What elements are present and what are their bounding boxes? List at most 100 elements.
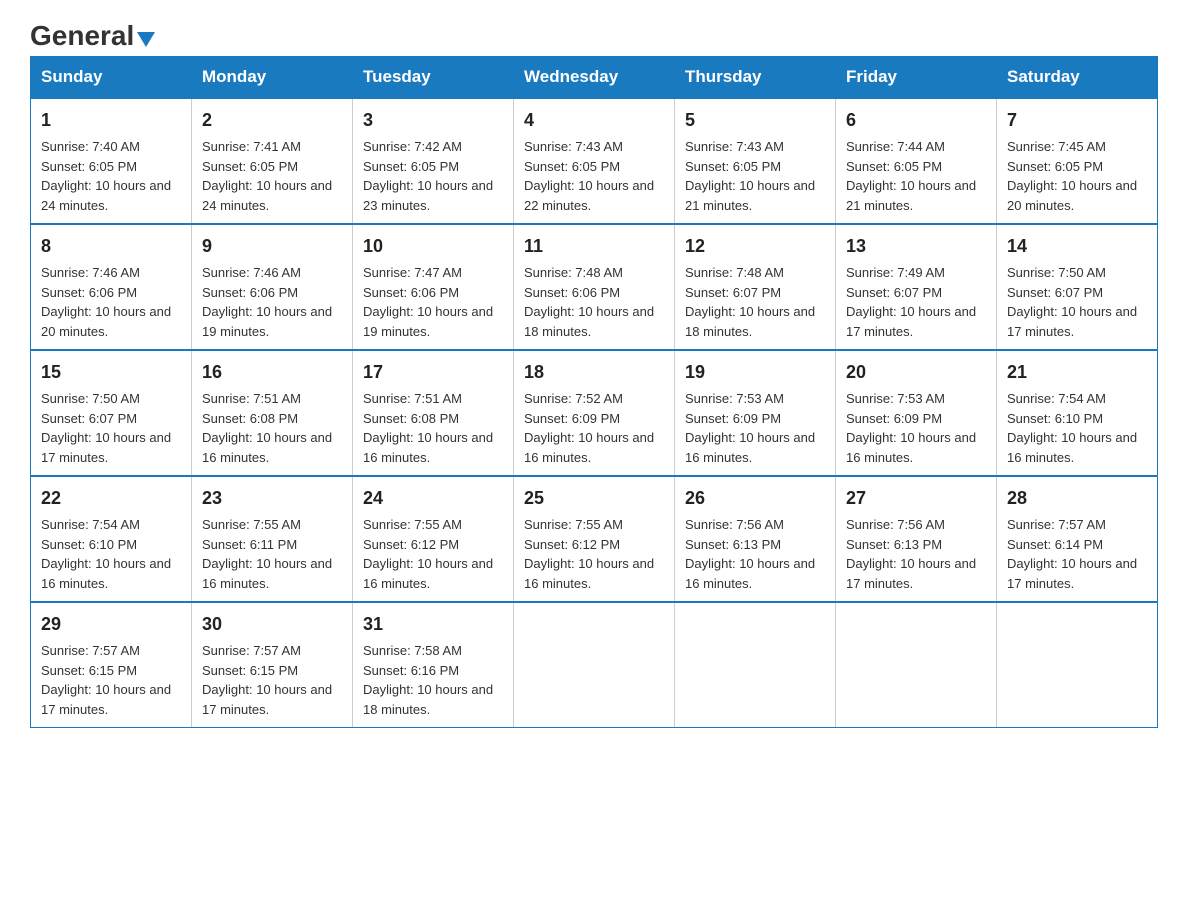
calendar-day-cell: 27 Sunrise: 7:56 AM Sunset: 6:13 PM Dayl…	[836, 476, 997, 602]
day-daylight: Daylight: 10 hours and 19 minutes.	[363, 304, 493, 339]
day-daylight: Daylight: 10 hours and 23 minutes.	[363, 178, 493, 213]
day-daylight: Daylight: 10 hours and 16 minutes.	[685, 556, 815, 591]
day-daylight: Daylight: 10 hours and 17 minutes.	[1007, 304, 1137, 339]
day-sunset: Sunset: 6:10 PM	[41, 537, 137, 552]
day-sunrise: Sunrise: 7:52 AM	[524, 391, 623, 406]
day-daylight: Daylight: 10 hours and 21 minutes.	[685, 178, 815, 213]
calendar-day-header: Thursday	[675, 57, 836, 99]
calendar-week-row: 29 Sunrise: 7:57 AM Sunset: 6:15 PM Dayl…	[31, 602, 1158, 728]
day-daylight: Daylight: 10 hours and 20 minutes.	[1007, 178, 1137, 213]
day-number: 22	[41, 485, 181, 512]
day-sunrise: Sunrise: 7:50 AM	[1007, 265, 1106, 280]
day-number: 17	[363, 359, 503, 386]
day-sunset: Sunset: 6:09 PM	[846, 411, 942, 426]
day-number: 10	[363, 233, 503, 260]
day-number: 27	[846, 485, 986, 512]
calendar-day-cell: 6 Sunrise: 7:44 AM Sunset: 6:05 PM Dayli…	[836, 98, 997, 224]
day-daylight: Daylight: 10 hours and 24 minutes.	[202, 178, 332, 213]
day-number: 3	[363, 107, 503, 134]
day-sunrise: Sunrise: 7:43 AM	[524, 139, 623, 154]
day-sunset: Sunset: 6:10 PM	[1007, 411, 1103, 426]
calendar-day-cell: 5 Sunrise: 7:43 AM Sunset: 6:05 PM Dayli…	[675, 98, 836, 224]
day-sunrise: Sunrise: 7:48 AM	[685, 265, 784, 280]
day-daylight: Daylight: 10 hours and 16 minutes.	[202, 556, 332, 591]
day-daylight: Daylight: 10 hours and 24 minutes.	[41, 178, 171, 213]
day-sunrise: Sunrise: 7:51 AM	[363, 391, 462, 406]
day-sunset: Sunset: 6:13 PM	[685, 537, 781, 552]
calendar-day-cell: 10 Sunrise: 7:47 AM Sunset: 6:06 PM Dayl…	[353, 224, 514, 350]
page-header: General	[30, 20, 1158, 46]
calendar-day-header: Sunday	[31, 57, 192, 99]
day-daylight: Daylight: 10 hours and 18 minutes.	[685, 304, 815, 339]
day-sunrise: Sunrise: 7:54 AM	[1007, 391, 1106, 406]
day-sunrise: Sunrise: 7:57 AM	[41, 643, 140, 658]
day-sunrise: Sunrise: 7:47 AM	[363, 265, 462, 280]
day-daylight: Daylight: 10 hours and 16 minutes.	[1007, 430, 1137, 465]
day-sunset: Sunset: 6:05 PM	[524, 159, 620, 174]
day-sunset: Sunset: 6:07 PM	[846, 285, 942, 300]
day-daylight: Daylight: 10 hours and 16 minutes.	[202, 430, 332, 465]
calendar-day-cell	[836, 602, 997, 728]
calendar-day-cell: 12 Sunrise: 7:48 AM Sunset: 6:07 PM Dayl…	[675, 224, 836, 350]
day-number: 12	[685, 233, 825, 260]
calendar-week-row: 8 Sunrise: 7:46 AM Sunset: 6:06 PM Dayli…	[31, 224, 1158, 350]
calendar-day-cell: 21 Sunrise: 7:54 AM Sunset: 6:10 PM Dayl…	[997, 350, 1158, 476]
day-sunrise: Sunrise: 7:50 AM	[41, 391, 140, 406]
day-sunset: Sunset: 6:06 PM	[363, 285, 459, 300]
day-number: 2	[202, 107, 342, 134]
day-number: 15	[41, 359, 181, 386]
calendar-header-row: SundayMondayTuesdayWednesdayThursdayFrid…	[31, 57, 1158, 99]
day-sunrise: Sunrise: 7:45 AM	[1007, 139, 1106, 154]
day-sunrise: Sunrise: 7:58 AM	[363, 643, 462, 658]
day-daylight: Daylight: 10 hours and 17 minutes.	[846, 556, 976, 591]
calendar-day-cell: 2 Sunrise: 7:41 AM Sunset: 6:05 PM Dayli…	[192, 98, 353, 224]
day-sunrise: Sunrise: 7:40 AM	[41, 139, 140, 154]
calendar-day-cell: 18 Sunrise: 7:52 AM Sunset: 6:09 PM Dayl…	[514, 350, 675, 476]
calendar-day-header: Monday	[192, 57, 353, 99]
logo-general-text: General	[30, 20, 134, 52]
day-sunset: Sunset: 6:12 PM	[363, 537, 459, 552]
day-sunrise: Sunrise: 7:55 AM	[524, 517, 623, 532]
day-sunset: Sunset: 6:09 PM	[685, 411, 781, 426]
day-daylight: Daylight: 10 hours and 18 minutes.	[524, 304, 654, 339]
day-sunset: Sunset: 6:05 PM	[685, 159, 781, 174]
calendar-day-cell: 1 Sunrise: 7:40 AM Sunset: 6:05 PM Dayli…	[31, 98, 192, 224]
day-number: 30	[202, 611, 342, 638]
day-daylight: Daylight: 10 hours and 16 minutes.	[363, 556, 493, 591]
calendar-day-header: Friday	[836, 57, 997, 99]
day-number: 8	[41, 233, 181, 260]
calendar-day-cell: 26 Sunrise: 7:56 AM Sunset: 6:13 PM Dayl…	[675, 476, 836, 602]
day-sunrise: Sunrise: 7:53 AM	[846, 391, 945, 406]
day-number: 20	[846, 359, 986, 386]
day-sunset: Sunset: 6:05 PM	[363, 159, 459, 174]
day-number: 29	[41, 611, 181, 638]
day-sunrise: Sunrise: 7:46 AM	[202, 265, 301, 280]
calendar-week-row: 15 Sunrise: 7:50 AM Sunset: 6:07 PM Dayl…	[31, 350, 1158, 476]
day-number: 23	[202, 485, 342, 512]
day-sunrise: Sunrise: 7:53 AM	[685, 391, 784, 406]
day-sunset: Sunset: 6:05 PM	[41, 159, 137, 174]
day-sunrise: Sunrise: 7:55 AM	[363, 517, 462, 532]
day-daylight: Daylight: 10 hours and 19 minutes.	[202, 304, 332, 339]
day-number: 24	[363, 485, 503, 512]
day-sunset: Sunset: 6:07 PM	[685, 285, 781, 300]
calendar-day-cell	[514, 602, 675, 728]
day-sunrise: Sunrise: 7:48 AM	[524, 265, 623, 280]
day-sunset: Sunset: 6:15 PM	[41, 663, 137, 678]
calendar-day-cell: 13 Sunrise: 7:49 AM Sunset: 6:07 PM Dayl…	[836, 224, 997, 350]
day-daylight: Daylight: 10 hours and 17 minutes.	[846, 304, 976, 339]
day-sunrise: Sunrise: 7:55 AM	[202, 517, 301, 532]
calendar-day-cell: 23 Sunrise: 7:55 AM Sunset: 6:11 PM Dayl…	[192, 476, 353, 602]
day-number: 25	[524, 485, 664, 512]
day-daylight: Daylight: 10 hours and 17 minutes.	[41, 430, 171, 465]
day-sunset: Sunset: 6:16 PM	[363, 663, 459, 678]
day-sunrise: Sunrise: 7:49 AM	[846, 265, 945, 280]
calendar-day-header: Tuesday	[353, 57, 514, 99]
day-sunset: Sunset: 6:05 PM	[846, 159, 942, 174]
day-sunset: Sunset: 6:05 PM	[202, 159, 298, 174]
day-daylight: Daylight: 10 hours and 16 minutes.	[363, 430, 493, 465]
day-daylight: Daylight: 10 hours and 18 minutes.	[363, 682, 493, 717]
day-sunrise: Sunrise: 7:44 AM	[846, 139, 945, 154]
calendar-day-cell: 16 Sunrise: 7:51 AM Sunset: 6:08 PM Dayl…	[192, 350, 353, 476]
day-sunrise: Sunrise: 7:46 AM	[41, 265, 140, 280]
